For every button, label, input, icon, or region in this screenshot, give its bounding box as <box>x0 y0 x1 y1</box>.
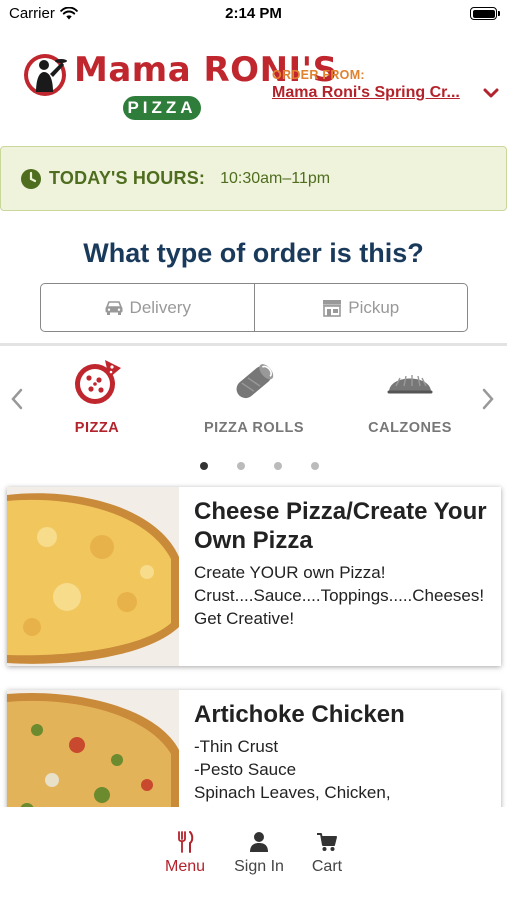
order-type-toggle: Delivery Pickup <box>40 283 468 332</box>
battery-icon <box>470 7 500 20</box>
carousel-page-indicator <box>0 462 507 470</box>
fork-knife-icon <box>178 831 194 853</box>
storefront-icon <box>323 299 342 317</box>
cart-icon <box>317 833 337 851</box>
page-dot[interactable] <box>200 462 208 470</box>
car-icon <box>105 300 123 315</box>
app-header: Mama RONI'S PIZZA ORDER FROM: Mama Roni'… <box>0 30 507 140</box>
person-icon <box>250 832 268 852</box>
calzone-icon <box>387 375 433 394</box>
status-bar: Carrier 2:14 PM <box>0 0 507 30</box>
tab-label: Cart <box>311 858 343 875</box>
menu-item-list: Cheese Pizza/Create Your Own Pizza Creat… <box>0 476 507 807</box>
menu-item-title: Cheese Pizza/Create Your Own Pizza <box>194 498 487 554</box>
menu-item-info: Artichoke Chicken -Thin Crust -Pesto Sau… <box>179 690 419 807</box>
tab-menu[interactable]: Menu <box>145 831 225 876</box>
order-from-selector[interactable]: ORDER FROM: Mama Roni's Spring Cr... <box>272 68 500 102</box>
pickup-option[interactable]: Pickup <box>253 284 468 331</box>
page-dot[interactable] <box>311 462 319 470</box>
brand-logo[interactable]: Mama RONI'S PIZZA <box>22 48 337 123</box>
category-calzones[interactable]: CALZONES <box>345 356 475 436</box>
menu-item-info: Cheese Pizza/Create Your Own Pizza Creat… <box>179 487 501 666</box>
category-label: CALZONES <box>368 420 452 436</box>
page-dot[interactable] <box>274 462 282 470</box>
chevron-left-icon[interactable] <box>8 386 26 412</box>
category-pizza-rolls[interactable]: PIZZA ROLLS <box>189 356 319 436</box>
menu-item-description: Create YOUR own Pizza! Crust....Sauce...… <box>194 563 485 628</box>
category-label: PIZZA <box>74 420 120 436</box>
category-carousel: PIZZA PIZZA ROLLS CALZONES <box>0 346 507 476</box>
hours-value: 10:30am–11pm <box>220 169 331 187</box>
clock-icon <box>21 168 41 189</box>
status-time: 2:14 PM <box>225 5 282 22</box>
menu-item-card[interactable]: Cheese Pizza/Create Your Own Pizza Creat… <box>7 487 501 666</box>
artichoke-chicken-pizza-photo <box>7 690 179 807</box>
location-dropdown[interactable]: Mama Roni's Spring Cr... <box>272 84 500 102</box>
cheese-pizza-photo <box>7 487 179 666</box>
todays-hours-banner: TODAY'S HOURS: 10:30am–11pm <box>0 146 507 211</box>
delivery-option[interactable]: Delivery <box>41 284 254 331</box>
order-type-question: What type of order is this? <box>83 238 424 268</box>
pizza-icon <box>75 360 121 404</box>
chef-silhouette-icon <box>24 54 67 96</box>
tab-label: Menu <box>164 858 206 875</box>
chevron-right-icon[interactable] <box>479 386 497 412</box>
page-dot[interactable] <box>237 462 245 470</box>
menu-item-description: -Thin Crust -Pesto Sauce Spinach Leaves,… <box>194 737 391 802</box>
brand-subtitle: PIZZA <box>123 96 201 120</box>
menu-item-title: Artichoke Chicken <box>194 701 405 728</box>
category-pizza[interactable]: PIZZA <box>32 356 162 436</box>
bottom-tab-bar: Menu Sign In Cart <box>0 807 507 900</box>
order-from-label: ORDER FROM: <box>272 68 365 82</box>
pickup-label: Pickup <box>348 297 400 317</box>
location-name[interactable]: Mama Roni's Spring Cr... <box>272 84 460 102</box>
chevron-down-icon[interactable] <box>482 84 500 102</box>
hours-label: TODAY'S HOURS: <box>49 168 206 188</box>
delivery-label: Delivery <box>129 297 191 317</box>
pizza-roll-icon <box>236 364 274 399</box>
category-label: PIZZA ROLLS <box>203 420 304 436</box>
menu-item-card[interactable]: Artichoke Chicken -Thin Crust -Pesto Sau… <box>7 690 501 807</box>
tab-cart[interactable]: Cart <box>287 831 367 876</box>
